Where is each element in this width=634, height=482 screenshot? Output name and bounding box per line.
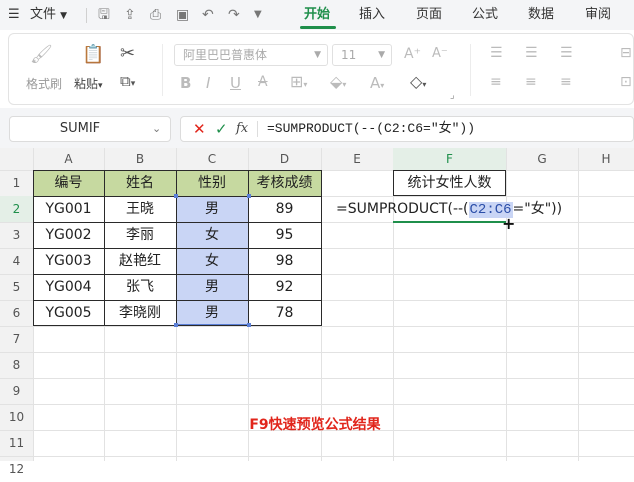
cell-b5[interactable]: 张飞 <box>104 274 176 300</box>
cell-d4[interactable]: 98 <box>248 248 321 274</box>
cell-a6[interactable]: YG005 <box>33 300 104 326</box>
cell-c3[interactable]: 女 <box>176 222 248 248</box>
formula-suffix: ="女")) <box>512 201 563 217</box>
formula-prefix: =SUMPRODUCT(--( <box>336 201 469 217</box>
cell-f1[interactable]: 统计女性人数 <box>393 170 506 196</box>
cell-a3[interactable]: YG002 <box>33 222 104 248</box>
cell-c1[interactable]: 性别 <box>176 170 248 196</box>
cell-c5[interactable]: 男 <box>176 274 248 300</box>
cell-a2[interactable]: YG001 <box>33 196 104 222</box>
cell-a1[interactable]: 编号 <box>33 170 104 196</box>
cell-b2[interactable]: 王晓 <box>104 196 176 222</box>
cell-b3[interactable]: 李丽 <box>104 222 176 248</box>
cell-a4[interactable]: YG003 <box>33 248 104 274</box>
cell-b4[interactable]: 赵艳红 <box>104 248 176 274</box>
cell-d6[interactable]: 78 <box>248 300 321 326</box>
cell-f2-editor[interactable]: =SUMPRODUCT(--(C2:C6="女")) <box>336 197 562 221</box>
cell-d1[interactable]: 考核成绩 <box>248 170 321 196</box>
cell-d2[interactable]: 89 <box>248 196 321 222</box>
cursor-crosshair-icon: + <box>502 214 516 233</box>
cell-c4[interactable]: 女 <box>176 248 248 274</box>
cell-c2[interactable]: 男 <box>176 196 248 222</box>
cell-a5[interactable]: YG004 <box>33 274 104 300</box>
caption: F9快速预览公式结果 <box>249 417 381 433</box>
cell-c6[interactable]: 男 <box>176 300 248 326</box>
cell-d3[interactable]: 95 <box>248 222 321 248</box>
cell-d5[interactable]: 92 <box>248 274 321 300</box>
cell-b1[interactable]: 姓名 <box>104 170 176 196</box>
cell-b6[interactable]: 李晓刚 <box>104 300 176 326</box>
